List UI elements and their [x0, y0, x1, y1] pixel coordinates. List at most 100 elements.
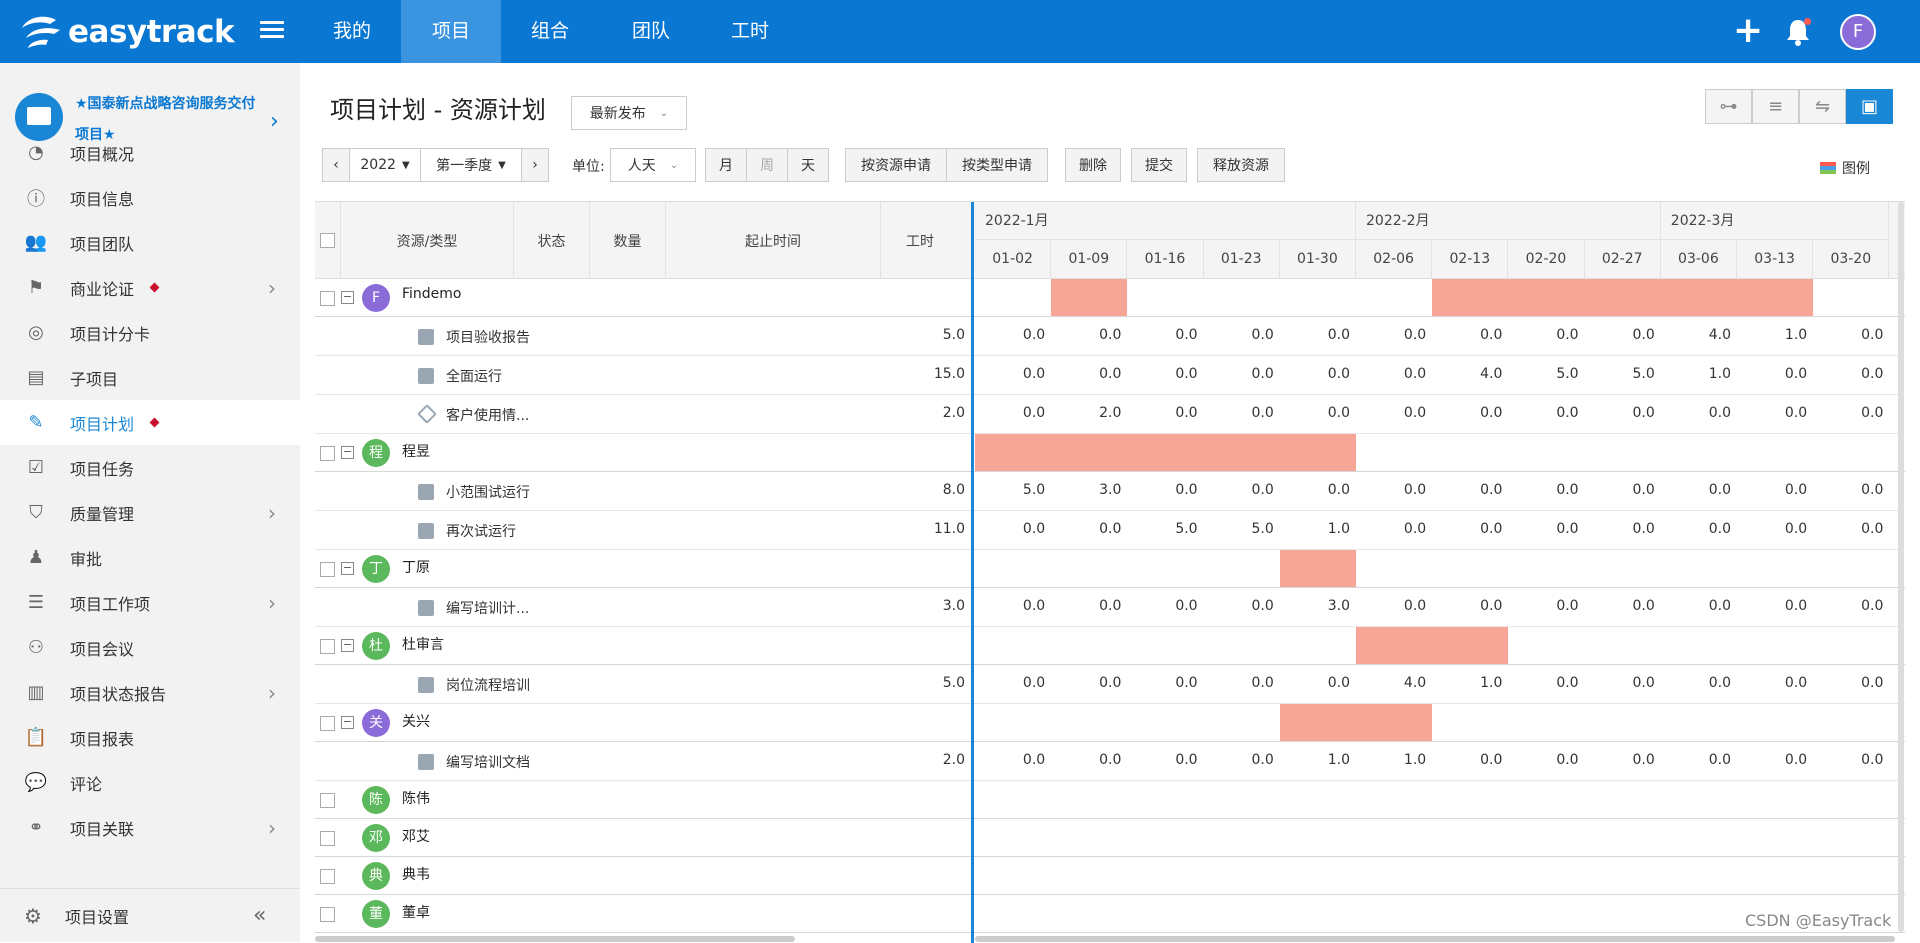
week-value[interactable]: 0.0 — [1585, 598, 1661, 614]
resource-row[interactable]: − F Findemo — [315, 279, 1905, 317]
week-value[interactable]: 0.0 — [1204, 366, 1280, 382]
col-resource-type[interactable]: 资源/类型 — [341, 202, 514, 279]
row-checkbox[interactable] — [320, 907, 335, 922]
resource-row[interactable]: 董董卓 — [315, 895, 1905, 933]
collapse-toggle-icon[interactable]: − — [341, 639, 354, 652]
allocation-bar[interactable] — [1432, 279, 1814, 316]
task-row[interactable]: 再次试运行 11.0 0.0 0.0 5.0 5.0 1.0 0.0 0.0 0.0 0.0 0.0 0… — [315, 511, 1905, 550]
week-value[interactable]: 0.0 — [1813, 521, 1889, 537]
sidebar-item-15[interactable]: ⚭ 项目关联 › — [0, 805, 300, 850]
week-value[interactable]: 0.0 — [1661, 482, 1737, 498]
week-value[interactable]: 0.0 — [1051, 752, 1127, 768]
week-value[interactable]: 0.0 — [1127, 366, 1203, 382]
sidebar-item-0[interactable]: ◔ 项目概况 — [0, 130, 300, 175]
week-value[interactable]: 0.0 — [1432, 327, 1508, 343]
week-value[interactable]: 0.0 — [1585, 482, 1661, 498]
week-value[interactable]: 0.0 — [1204, 675, 1280, 691]
sidebar-item-6[interactable]: ✎ 项目计划 — [0, 400, 300, 445]
view-wbs-icon[interactable]: ⊶ — [1705, 89, 1752, 124]
week-value[interactable]: 0.0 — [1813, 482, 1889, 498]
week-value[interactable]: 0.0 — [1280, 675, 1356, 691]
week-value[interactable]: 1.0 — [1661, 366, 1737, 382]
week-value[interactable]: 5.0 — [1585, 366, 1661, 382]
col-date-range[interactable]: 起止时间 — [666, 202, 881, 279]
week-value[interactable]: 1.0 — [1280, 752, 1356, 768]
week-value[interactable]: 0.0 — [1585, 752, 1661, 768]
release-resource-button[interactable]: 释放资源 — [1197, 148, 1285, 182]
submit-button[interactable]: 提交 — [1131, 148, 1187, 182]
week-value[interactable]: 0.0 — [1661, 752, 1737, 768]
col-hours[interactable]: 工时 — [881, 202, 959, 279]
week-value[interactable]: 0.0 — [1737, 521, 1813, 537]
week-value[interactable]: 0.0 — [1127, 598, 1203, 614]
week-value[interactable]: 0.0 — [1280, 327, 1356, 343]
week-value[interactable]: 0.0 — [1661, 405, 1737, 421]
menu-toggle-icon[interactable] — [260, 21, 284, 41]
week-value[interactable]: 0.0 — [1204, 405, 1280, 421]
week-value[interactable]: 0.0 — [1813, 327, 1889, 343]
week-value[interactable]: 0.0 — [1051, 366, 1127, 382]
week-value[interactable]: 0.0 — [1508, 482, 1584, 498]
allocation-bar[interactable] — [975, 434, 1356, 471]
nav-tab-0[interactable]: 我的 — [312, 0, 392, 63]
sidebar-item-13[interactable]: 📋 项目报表 — [0, 715, 300, 760]
week-value[interactable]: 0.0 — [1813, 752, 1889, 768]
week-value[interactable]: 0.0 — [1204, 752, 1280, 768]
week-value[interactable]: 0.0 — [1813, 366, 1889, 382]
week-value[interactable]: 0.0 — [975, 598, 1051, 614]
week-value[interactable]: 1.0 — [1280, 521, 1356, 537]
week-value[interactable]: 0.0 — [1585, 521, 1661, 537]
week-value[interactable]: 0.0 — [1432, 752, 1508, 768]
week-value[interactable]: 1.0 — [1356, 752, 1432, 768]
vertical-scrollbar[interactable] — [1898, 202, 1904, 932]
nav-tab-1[interactable]: 项目 — [401, 0, 501, 63]
row-checkbox[interactable] — [320, 562, 335, 577]
week-value[interactable]: 0.0 — [1737, 598, 1813, 614]
task-row[interactable]: 小范围试运行 8.0 5.0 3.0 0.0 0.0 0.0 0.0 0.0 0.0 0.0 0.0 0… — [315, 472, 1905, 511]
collapse-toggle-icon[interactable]: − — [341, 562, 354, 575]
week-value[interactable]: 3.0 — [1280, 598, 1356, 614]
task-row[interactable]: 岗位流程培训 5.0 0.0 0.0 0.0 0.0 0.0 4.0 1.0 0.0 0.0 0.0 0… — [315, 665, 1905, 704]
view-gantt-icon[interactable]: ≡ — [1752, 89, 1799, 124]
task-row[interactable]: 编写培训文档 2.0 0.0 0.0 0.0 0.0 1.0 1.0 0.0 0.0 0.0 0.0 0… — [315, 742, 1905, 781]
quarter-select[interactable]: 第一季度 ▼ — [420, 148, 522, 182]
legend-toggle[interactable]: 图例 — [1820, 158, 1870, 178]
task-row[interactable]: 客户使用情... 2.0 0.0 2.0 0.0 0.0 0.0 0.0 0.0 0.0 0.0 0.… — [315, 395, 1905, 434]
sidebar-item-4[interactable]: ◎ 项目计分卡 — [0, 310, 300, 355]
left-horizontal-scrollbar[interactable] — [315, 936, 795, 942]
week-value[interactable]: 0.0 — [1508, 405, 1584, 421]
sidebar-item-5[interactable]: ▤ 子项目 — [0, 355, 300, 400]
week-value[interactable]: 0.0 — [1813, 675, 1889, 691]
right-horizontal-scrollbar[interactable] — [975, 936, 1895, 942]
allocation-bar[interactable] — [1279, 550, 1356, 587]
sidebar-item-9[interactable]: ♟ 审批 — [0, 535, 300, 580]
resource-row[interactable]: 典典韦 — [315, 857, 1905, 895]
sidebar-item-8[interactable]: ⛉ 质量管理 › — [0, 490, 300, 535]
delete-button[interactable]: 删除 — [1065, 148, 1121, 182]
week-value[interactable]: 0.0 — [975, 521, 1051, 537]
col-status[interactable]: 状态 — [514, 202, 590, 279]
sidebar-item-3[interactable]: ⚑ 商业论证 › — [0, 265, 300, 310]
week-value[interactable]: 0.0 — [1813, 405, 1889, 421]
week-value[interactable]: 4.0 — [1356, 675, 1432, 691]
resource-row[interactable]: − 杜杜审言 — [315, 627, 1905, 665]
task-row[interactable]: 全面运行 15.0 0.0 0.0 0.0 0.0 0.0 0.0 4.0 5.0 5.0 1.0 0.… — [315, 356, 1905, 395]
week-value[interactable]: 3.0 — [1051, 482, 1127, 498]
sidebar-item-12[interactable]: ▥ 项目状态报告 › — [0, 670, 300, 715]
week-value[interactable]: 0.0 — [1051, 598, 1127, 614]
collapse-toggle-icon[interactable]: − — [341, 291, 354, 304]
unit-select[interactable]: 人天 ⌄ — [610, 148, 696, 182]
allocation-bar[interactable] — [1356, 627, 1509, 664]
week-value[interactable]: 0.0 — [1204, 327, 1280, 343]
nav-tab-3[interactable]: 团队 — [601, 0, 701, 63]
row-checkbox[interactable] — [320, 446, 335, 461]
apply-by-resource-button[interactable]: 按资源申请 — [845, 148, 947, 182]
week-value[interactable]: 1.0 — [1737, 327, 1813, 343]
task-row[interactable]: 编写培训计... 3.0 0.0 0.0 0.0 0.0 3.0 0.0 0.0 0.0 0.0 0.… — [315, 588, 1905, 627]
publish-version-select[interactable]: 最新发布 ⌄ — [571, 96, 687, 130]
period-month-button[interactable]: 月 — [705, 148, 747, 182]
week-value[interactable]: 5.0 — [975, 482, 1051, 498]
week-value[interactable]: 0.0 — [1432, 405, 1508, 421]
week-value[interactable]: 0.0 — [1661, 521, 1737, 537]
brand-logo[interactable]: easytrack — [18, 10, 235, 54]
